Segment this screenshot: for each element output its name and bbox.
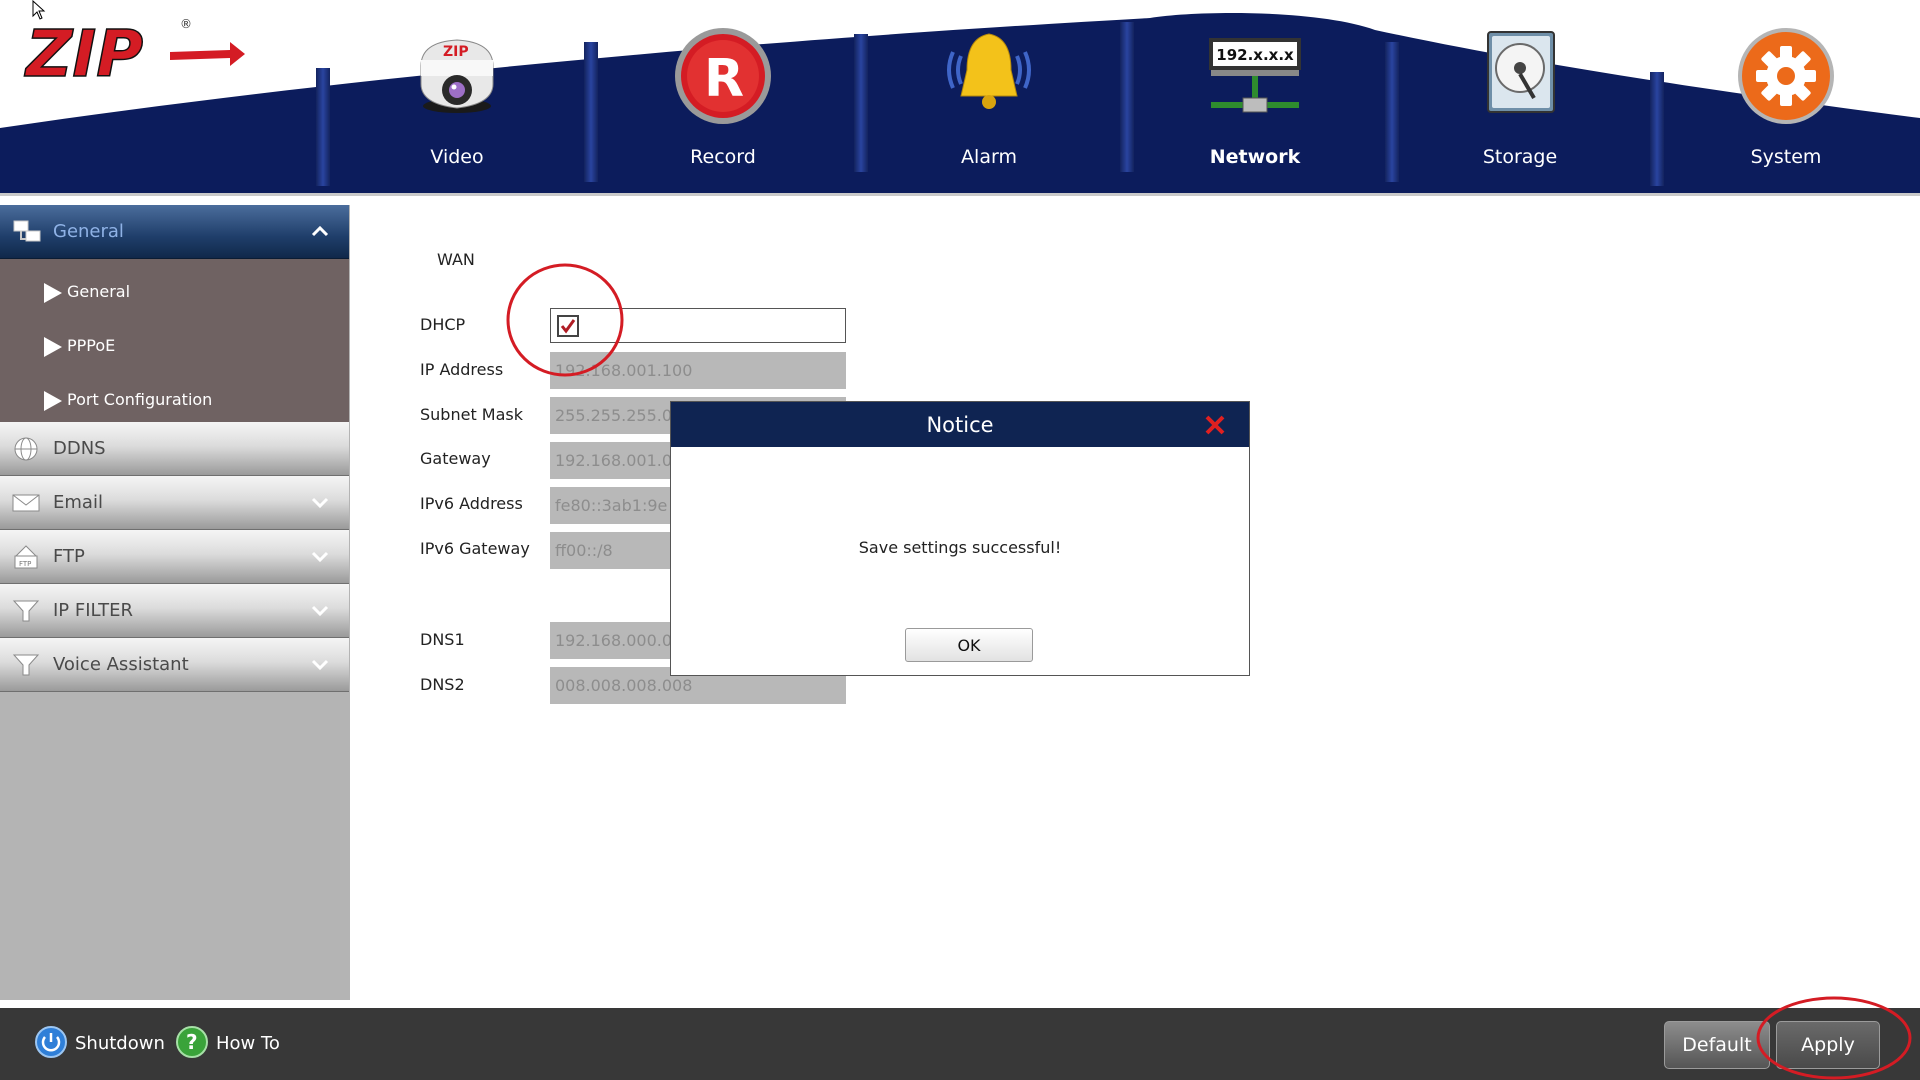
funnel-icon [12,654,40,676]
dialog-message: Save settings successful! [858,538,1062,557]
triangle-right-icon [44,391,62,411]
bottom-bar: Shutdown ? How To [0,1008,1920,1080]
apply-button[interactable]: Apply [1776,1021,1880,1069]
shutdown-label: Shutdown [75,1033,165,1054]
nav-network-label: Network [1209,146,1301,168]
gateway-label: Gateway [420,449,491,468]
ip-address-field[interactable] [550,352,846,389]
sidebar-section-ddns[interactable]: DDNS [0,422,349,476]
logo-text: ZIP [24,18,143,88]
sidebar-section-general[interactable]: General [0,205,349,259]
ok-button[interactable]: OK [905,628,1033,662]
ftp-icon: FTP [14,545,38,569]
nav-system[interactable]: System [1686,0,1886,190]
checkmark-icon [560,319,576,334]
chevron-down-icon [311,551,329,563]
help-icon: ? [176,1026,208,1058]
nav-video-label: Video [430,146,484,168]
section-title-wan: WAN [437,250,475,269]
notice-dialog: Notice Save settings successful! OK [670,401,1250,676]
default-button[interactable]: Default [1664,1021,1770,1069]
network-icon-text: 192.x.x.x [1216,46,1294,64]
sidebar-section-label: Voice Assistant [53,654,189,675]
mouse-cursor-icon [32,0,46,20]
dns1-label: DNS1 [420,630,465,649]
dhcp-checkbox[interactable] [557,315,579,337]
nav-storage-label: Storage [1482,146,1558,168]
ipv6-address-label: IPv6 Address [420,494,523,513]
top-navigation: ZIP ® ZIP Video R Record Alarm 192.x.x.x… [0,0,1920,198]
nav-system-label: System [1750,146,1822,168]
zip-logo: ZIP ® [20,6,250,93]
ip-address-label: IP Address [420,360,504,379]
funnel-icon [12,600,40,622]
nav-storage[interactable]: Storage [1420,0,1620,190]
sidebar-section-email[interactable]: Email [0,476,349,530]
network-icon: 192.x.x.x [1209,38,1301,113]
svg-text:?: ? [186,1030,198,1054]
network-config-icon [13,220,41,242]
dvr-network-settings-screen: ZIP ® ZIP Video R Record Alarm 192.x.x.x… [0,0,1920,1080]
sidebar-section-voice-assistant[interactable]: Voice Assistant [0,638,349,692]
zip-logo-graphic: ZIP ® [23,17,245,93]
nav-alarm[interactable]: Alarm [889,0,1089,190]
nav-network[interactable]: 192.x.x.x Network [1155,0,1355,190]
svg-text:ZIP: ZIP [443,44,469,60]
sidebar-section-label: DDNS [53,438,106,459]
nav-record-label: Record [690,146,756,168]
sidebar: General General PPPoE Port Configuration [0,205,350,1000]
dialog-title: Notice [926,413,994,437]
header-divider [0,193,1920,196]
sidebar-section-label: General [53,221,124,242]
dialog-title-bar: Notice [671,402,1249,447]
ipv6-gateway-label: IPv6 Gateway [420,539,530,558]
how-to-label: How To [216,1033,280,1054]
nav-video[interactable]: ZIP Video [357,0,557,190]
sidebar-section-ftp[interactable]: FTP FTP [0,530,349,584]
chevron-down-icon [311,497,329,509]
subnet-mask-label: Subnet Mask [420,405,524,424]
close-icon[interactable] [1204,414,1226,436]
gear-icon [1738,28,1834,124]
sidebar-section-label: Email [53,492,103,513]
bell-icon [947,33,1031,109]
dhcp-field[interactable] [550,308,846,343]
svg-text:R: R [704,49,744,109]
chevron-down-icon [311,605,329,617]
sidebar-item-label: PPPoE [67,336,116,355]
camera-icon: ZIP [420,39,494,113]
chevron-up-icon [311,225,329,237]
nav-record[interactable]: R Record [623,0,823,190]
sidebar-item-general[interactable]: General [0,269,349,313]
triangle-right-icon [44,337,62,357]
chevron-down-icon [311,659,329,671]
hard-disk-icon [1487,31,1555,113]
envelope-icon [12,494,40,512]
dhcp-label: DHCP [420,315,466,334]
record-icon: R [675,28,771,124]
sidebar-item-label: Port Configuration [67,390,213,409]
dns2-label: DNS2 [420,675,465,694]
svg-text:FTP: FTP [19,560,31,568]
sidebar-item-port-configuration[interactable]: Port Configuration [0,377,349,421]
triangle-right-icon [44,283,62,303]
power-icon [35,1026,67,1058]
globe-icon [14,437,38,461]
sidebar-section-label: IP FILTER [53,600,133,621]
sidebar-general-submenu: General PPPoE Port Configuration [0,259,349,422]
nav-alarm-label: Alarm [961,146,1017,168]
sidebar-section-label: FTP [53,546,85,567]
sidebar-item-label: General [67,282,131,301]
sidebar-item-pppoe[interactable]: PPPoE [0,323,349,367]
sidebar-section-ip-filter[interactable]: IP FILTER [0,584,349,638]
registered-mark: ® [180,17,192,31]
